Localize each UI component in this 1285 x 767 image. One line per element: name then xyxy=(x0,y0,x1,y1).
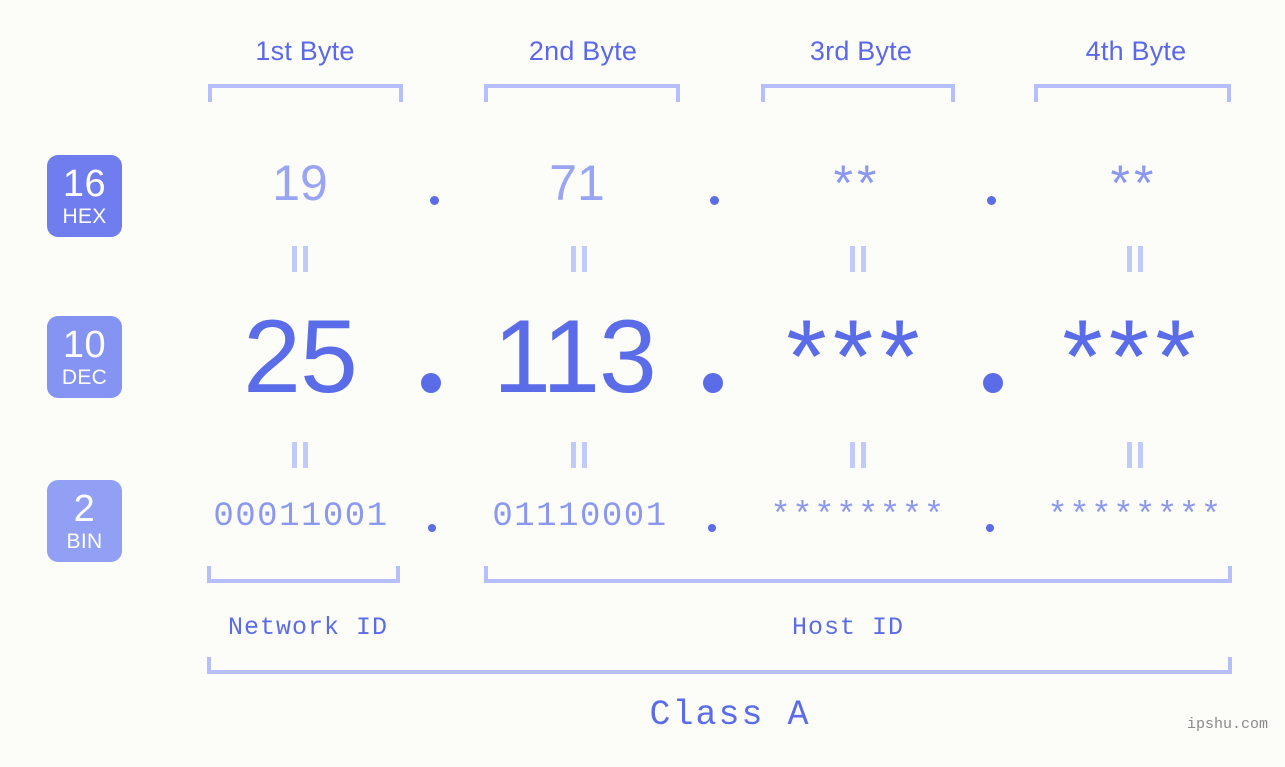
base-badge-bin-label: BIN xyxy=(66,530,103,553)
base-badge-dec: 10 DEC xyxy=(47,316,122,398)
byte-header-2: 2nd Byte xyxy=(528,36,638,66)
dec-separator-dot-3 xyxy=(983,373,1003,393)
ip-address-breakdown-diagram: 1st Byte 2nd Byte 3rd Byte 4th Byte 16 H… xyxy=(0,0,1285,767)
hex-separator-dot-2 xyxy=(710,196,719,205)
byte-header-4: 4th Byte xyxy=(1085,36,1187,66)
class-bracket xyxy=(207,657,1232,674)
equals-mark-dec-bin-4 xyxy=(1127,442,1143,468)
base-badge-bin: 2 BIN xyxy=(47,480,122,562)
equals-mark-hex-dec-3 xyxy=(850,246,866,272)
base-badge-bin-number: 2 xyxy=(73,488,96,530)
bin-separator-dot-1 xyxy=(428,524,436,532)
bin-byte-1: 00011001 xyxy=(213,498,389,536)
base-badge-hex-number: 16 xyxy=(62,163,107,205)
byte-header-3: 3rd Byte xyxy=(809,36,913,66)
bin-separator-dot-2 xyxy=(708,524,716,532)
dec-byte-3: *** xyxy=(786,299,926,415)
base-badge-dec-label: DEC xyxy=(61,366,108,389)
equals-mark-hex-dec-2 xyxy=(571,246,587,272)
bin-byte-2: 01110001 xyxy=(492,498,668,536)
byte-header-1: 1st Byte xyxy=(255,36,355,66)
host-id-bracket xyxy=(484,566,1232,583)
dec-byte-4: *** xyxy=(1062,299,1202,415)
equals-mark-hex-dec-4 xyxy=(1127,246,1143,272)
bin-byte-4: ******** xyxy=(1047,498,1223,536)
byte-bracket-1 xyxy=(208,84,403,102)
bin-separator-dot-3 xyxy=(986,524,994,532)
equals-mark-dec-bin-1 xyxy=(292,442,308,468)
network-id-label: Network ID xyxy=(227,613,389,642)
hex-byte-1: 19 xyxy=(272,155,328,211)
bin-byte-3: ******** xyxy=(770,498,946,536)
dec-separator-dot-1 xyxy=(421,373,441,393)
hex-byte-2: 71 xyxy=(549,155,605,211)
base-badge-hex-label: HEX xyxy=(62,205,107,228)
dec-byte-1: 25 xyxy=(243,299,358,415)
base-badge-dec-number: 10 xyxy=(62,324,107,366)
site-watermark: ipshu.com xyxy=(1187,716,1269,733)
hex-separator-dot-3 xyxy=(987,196,996,205)
byte-bracket-2 xyxy=(484,84,680,102)
network-id-bracket xyxy=(207,566,400,583)
equals-mark-hex-dec-1 xyxy=(292,246,308,272)
dec-separator-dot-2 xyxy=(703,373,723,393)
byte-bracket-4 xyxy=(1034,84,1231,102)
hex-separator-dot-1 xyxy=(430,196,439,205)
byte-bracket-3 xyxy=(761,84,955,102)
equals-mark-dec-bin-3 xyxy=(850,442,866,468)
dec-byte-2: 113 xyxy=(493,299,657,415)
hex-byte-4: ** xyxy=(1110,155,1158,211)
hex-byte-3: ** xyxy=(833,155,881,211)
class-label: Class A xyxy=(649,695,811,735)
base-badge-hex: 16 HEX xyxy=(47,155,122,237)
equals-mark-dec-bin-2 xyxy=(571,442,587,468)
host-id-label: Host ID xyxy=(791,613,905,642)
